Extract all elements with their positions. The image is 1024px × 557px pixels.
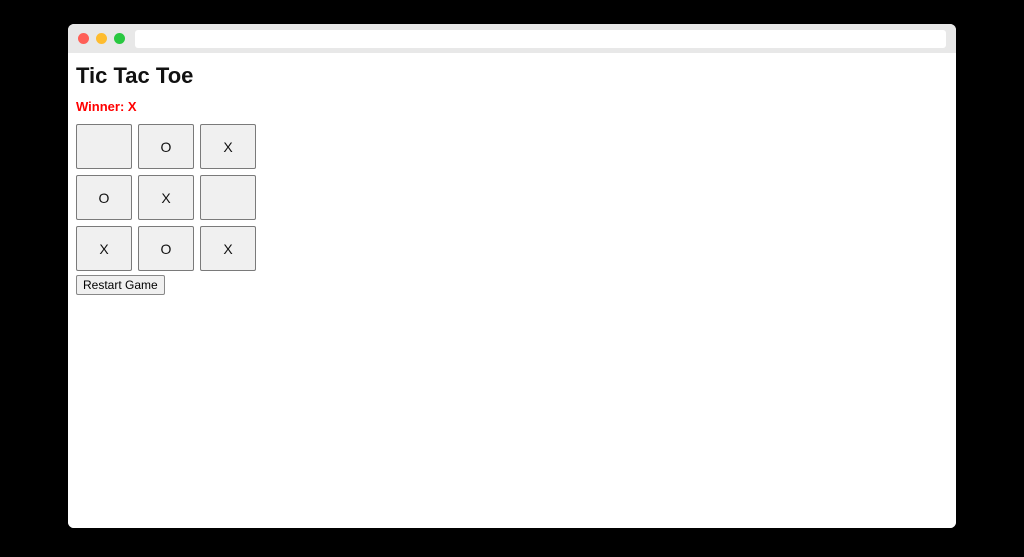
window-controls: [78, 33, 125, 44]
cell-2-0[interactable]: X: [76, 226, 132, 271]
page-content: Tic Tac Toe Winner: X O X O X X O X Rest…: [68, 53, 956, 528]
cell-0-2[interactable]: X: [200, 124, 256, 169]
browser-titlebar: [68, 24, 956, 53]
cell-0-1[interactable]: O: [138, 124, 194, 169]
page-title: Tic Tac Toe: [76, 63, 948, 89]
game-status: Winner: X: [76, 99, 948, 114]
cell-2-1[interactable]: O: [138, 226, 194, 271]
address-bar[interactable]: [135, 30, 946, 48]
restart-button[interactable]: Restart Game: [76, 275, 165, 295]
close-icon[interactable]: [78, 33, 89, 44]
minimize-icon[interactable]: [96, 33, 107, 44]
cell-1-0[interactable]: O: [76, 175, 132, 220]
cell-2-2[interactable]: X: [200, 226, 256, 271]
cell-1-1[interactable]: X: [138, 175, 194, 220]
maximize-icon[interactable]: [114, 33, 125, 44]
browser-window: Tic Tac Toe Winner: X O X O X X O X Rest…: [68, 24, 956, 528]
game-board: O X O X X O X: [76, 124, 948, 271]
cell-0-0[interactable]: [76, 124, 132, 169]
cell-1-2[interactable]: [200, 175, 256, 220]
